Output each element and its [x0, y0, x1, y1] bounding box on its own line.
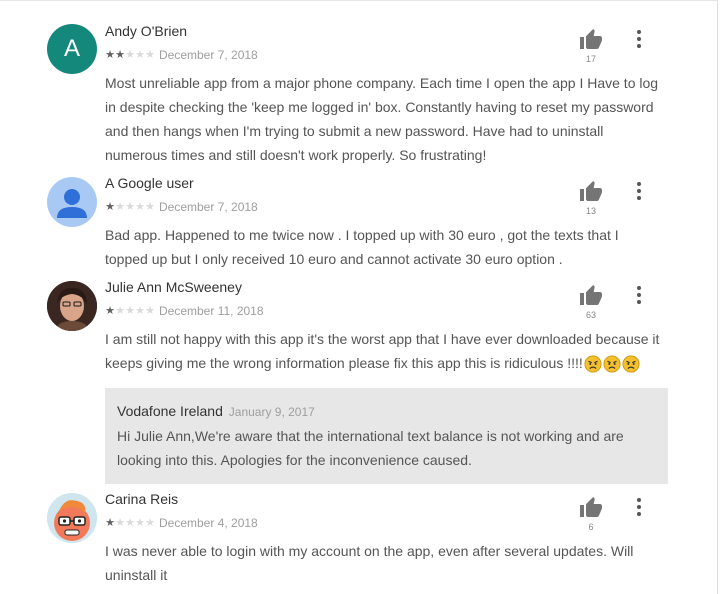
review-date: December 4, 2018	[159, 516, 258, 530]
developer-name: Vodafone Ireland	[117, 403, 223, 419]
star-icon: ★	[135, 305, 145, 317]
star-icon: ★	[115, 517, 125, 529]
helpful-count: 63	[585, 310, 596, 320]
review-rating: ★ ★ ★ ★ ★ December 11, 2018	[105, 304, 264, 318]
review-text: Bad app. Happened to me twice now . I to…	[105, 227, 619, 267]
review-text: I am still not happy with this app it's …	[105, 327, 665, 375]
more-vert-icon[interactable]	[630, 286, 648, 306]
review-rating: ★ ★ ★ ★ ★ December 7, 2018	[105, 48, 258, 62]
star-icon: ★	[125, 305, 135, 317]
thumbs-up-icon[interactable]	[578, 180, 604, 204]
star-icon: ★	[145, 305, 155, 317]
star-icon: ★	[135, 49, 145, 61]
developer-reply-text: Hi Julie Ann,We're aware that the intern…	[117, 428, 624, 468]
star-icon: ★	[105, 49, 115, 61]
profile-photo	[47, 281, 97, 331]
star-icon: ★	[105, 201, 115, 213]
review-author[interactable]: Carina Reis	[105, 491, 178, 507]
review-text: Most unreliable app from a major phone c…	[105, 75, 659, 163]
angry-face-icon	[622, 355, 640, 373]
star-icon: ★	[115, 49, 125, 61]
review-rating: ★ ★ ★ ★ ★ December 7, 2018	[105, 200, 258, 214]
default-user-icon	[57, 189, 87, 218]
review-text: I was never able to login with my accoun…	[105, 543, 634, 583]
more-vert-icon[interactable]	[630, 182, 648, 202]
star-icon: ★	[145, 201, 155, 213]
review-date: December 11, 2018	[159, 304, 264, 318]
star-icon: ★	[135, 517, 145, 529]
more-vert-icon[interactable]	[630, 30, 648, 50]
star-rating: ★ ★ ★ ★ ★	[105, 517, 155, 529]
cartoon-avatar	[47, 493, 97, 543]
review-date: December 7, 2018	[159, 200, 258, 214]
star-icon: ★	[145, 517, 155, 529]
review-date: December 7, 2018	[159, 48, 258, 62]
thumbs-up-icon[interactable]	[578, 284, 604, 308]
star-icon: ★	[145, 49, 155, 61]
angry-face-icon	[603, 355, 621, 373]
star-icon: ★	[135, 201, 145, 213]
star-icon: ★	[125, 49, 135, 61]
helpful-count: 6	[588, 522, 594, 532]
helpful-count: 13	[585, 206, 596, 216]
star-icon: ★	[125, 201, 135, 213]
review-author[interactable]: Julie Ann McSweeney	[105, 279, 242, 295]
review-text-content: I am still not happy with this app it's …	[105, 331, 660, 371]
helpful-count: 17	[585, 54, 596, 64]
star-icon: ★	[115, 201, 125, 213]
star-icon: ★	[105, 305, 115, 317]
avatar[interactable]	[47, 281, 97, 331]
star-rating: ★ ★ ★ ★ ★	[105, 49, 155, 61]
developer-reply-header: Vodafone Ireland January 9, 2017	[117, 403, 315, 419]
thumbs-up-icon[interactable]	[578, 496, 604, 520]
thumbs-up-icon[interactable]	[578, 28, 604, 52]
developer-reply-date: January 9, 2017	[228, 405, 315, 419]
angry-face-icon	[584, 355, 602, 373]
review-author[interactable]: Andy O'Brien	[105, 23, 187, 39]
star-rating: ★ ★ ★ ★ ★	[105, 201, 155, 213]
review-rating: ★ ★ ★ ★ ★ December 4, 2018	[105, 516, 258, 530]
star-icon: ★	[125, 517, 135, 529]
star-icon: ★	[115, 305, 125, 317]
avatar[interactable]	[47, 177, 97, 227]
avatar[interactable]: A	[47, 24, 97, 74]
developer-reply: Vodafone Ireland January 9, 2017 Hi Juli…	[105, 388, 668, 484]
avatar[interactable]	[47, 493, 97, 543]
more-vert-icon[interactable]	[630, 498, 648, 518]
review-author[interactable]: A Google user	[105, 175, 194, 191]
star-icon: ★	[105, 517, 115, 529]
star-rating: ★ ★ ★ ★ ★	[105, 305, 155, 317]
